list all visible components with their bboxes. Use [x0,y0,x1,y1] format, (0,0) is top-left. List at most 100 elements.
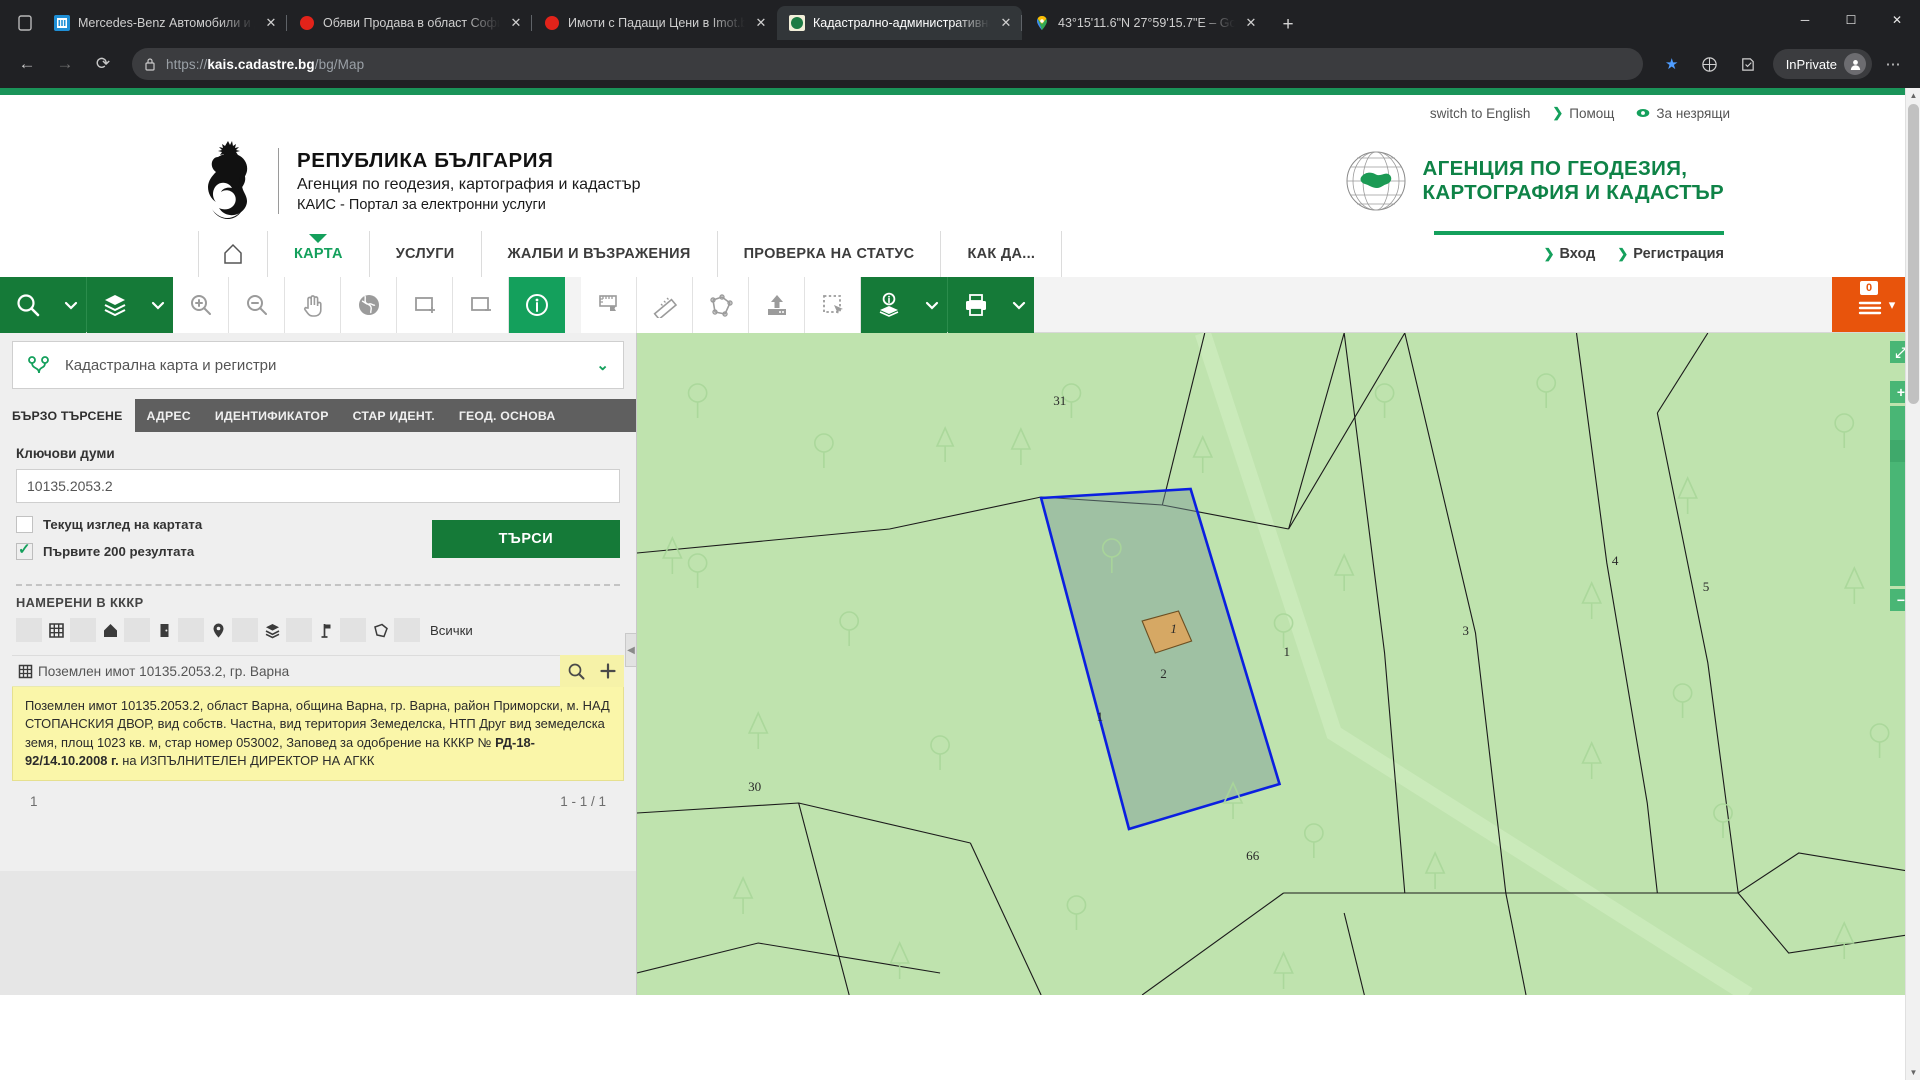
tab-label: ИДЕНТИФИКАТОР [214,408,329,423]
tab-old-identifier[interactable]: СТАР ИДЕНТ. [341,399,447,432]
browser-tab-2[interactable]: Обяви Продава в област Софи ✕ [286,6,532,40]
print-tool[interactable] [948,277,1004,333]
tab-search-icon[interactable] [8,6,42,40]
keywords-input[interactable] [16,469,620,503]
tab-geodetic-base[interactable]: ГЕОД. ОСНОВА [447,399,568,432]
full-extent-tool[interactable] [341,277,397,333]
layers-dropdown-button[interactable] [143,277,173,333]
filter-chip[interactable] [286,618,312,642]
pin-icon[interactable] [204,617,232,643]
collections-icon[interactable] [1693,47,1727,81]
maximize-button[interactable]: ☐ [1828,0,1874,40]
map-canvas[interactable]: 31 4 5 3 1 2 1 30 66 1 ⤢ + − [637,333,1920,995]
favorites-icon[interactable] [1731,47,1765,81]
measure-area-tool[interactable] [693,277,749,333]
register-link[interactable]: ❯ Регистрация [1617,246,1724,262]
close-tab-icon[interactable]: ✕ [998,15,1014,31]
republic-title: РЕПУБЛИКА БЪЛГАРИЯ [297,149,554,172]
url-input[interactable]: https://kais.cadastre.bg/bg/Map [132,48,1643,80]
scroll-down-arrow-icon[interactable]: ▼ [1906,1065,1920,1080]
zoom-box-out-tool[interactable] [453,277,509,333]
door-icon[interactable] [150,617,178,643]
filter-chip[interactable] [16,618,42,642]
browser-window: Mercedes-Benz Автомобили и Д ✕ Обяви Про… [0,0,1920,1080]
page-scrollbar[interactable]: ▲ ▼ [1905,88,1920,1080]
measure-distance-tool[interactable] [637,277,693,333]
option-first-200[interactable]: Първите 200 резултата [16,540,422,560]
inprivate-badge[interactable]: InPrivate [1772,49,1872,79]
filter-chip[interactable] [178,618,204,642]
nav-item-complaints[interactable]: ЖАЛБИ И ВЪЗРАЖЕНИЯ [481,231,718,277]
house-icon[interactable] [96,617,124,643]
filter-chip[interactable] [394,618,420,642]
browser-tab-5[interactable]: 43°15'11.6"N 27°59'15.7"E – Goo ✕ [1021,6,1267,40]
forward-button[interactable]: → [48,47,82,81]
filter-chip[interactable] [70,618,96,642]
layer-select[interactable]: Кадастрална карта и регистри ⌄ [12,341,624,389]
parcel-grid-icon[interactable] [42,617,70,643]
nav-home[interactable] [198,231,268,277]
close-tab-icon[interactable]: ✕ [1243,15,1259,31]
filter-chip[interactable] [124,618,150,642]
close-tab-icon[interactable]: ✕ [263,15,279,31]
browser-tab-4-active[interactable]: Кадастрално-административна ✕ [777,6,1022,40]
browser-tab-1[interactable]: Mercedes-Benz Автомобили и Д ✕ [42,6,287,40]
add-to-basket-icon[interactable] [592,655,624,687]
accessibility-link[interactable]: За незрящи [1636,106,1730,121]
layers-icon[interactable] [258,617,286,643]
help-link[interactable]: ❯ Помощ [1552,105,1614,121]
checkbox[interactable] [16,540,33,560]
option-current-view[interactable]: Текущ изглед на картата [16,516,422,533]
filter-all-label[interactable]: Всички [430,623,473,638]
scroll-up-arrow-icon[interactable]: ▲ [1906,88,1920,103]
search-tool[interactable] [0,277,56,333]
browser-tab-3[interactable]: Имоти с Падащи Цени в Imot.b ✕ [531,6,777,40]
close-tab-icon[interactable]: ✕ [753,15,769,31]
tab-address[interactable]: АДРЕС [135,399,203,432]
close-tab-icon[interactable]: ✕ [508,15,524,31]
nav-label: УСЛУГИ [395,246,455,262]
favorite-star-icon[interactable]: ★ [1655,47,1689,81]
select-by-rect-tool[interactable] [805,277,861,333]
sidebar-collapse-handle[interactable]: ◀ [625,633,637,667]
reload-button[interactable]: ⟳ [86,47,120,81]
checkbox[interactable] [16,516,33,533]
filter-chip[interactable] [340,618,366,642]
minimize-button[interactable]: ─ [1782,0,1828,40]
filter-chip[interactable] [232,618,258,642]
pager-page-number[interactable]: 1 [30,794,38,809]
settings-more-icon[interactable]: ⋯ [1876,47,1910,81]
back-button[interactable]: ← [10,47,44,81]
nav-item-services[interactable]: УСЛУГИ [369,231,482,277]
zoom-in-tool[interactable] [173,277,229,333]
upload-tool[interactable] [749,277,805,333]
zoom-box-in-tool[interactable] [397,277,453,333]
polygon-icon[interactable] [366,617,394,643]
switch-language-link[interactable]: switch to English [1430,106,1531,121]
nav-item-status-check[interactable]: ПРОВЕРКА НА СТАТУС [717,231,942,277]
new-tab-button[interactable]: + [1273,10,1303,40]
scrollbar-thumb[interactable] [1908,104,1919,404]
layers-tool[interactable] [87,277,143,333]
search-button[interactable]: ТЪРСИ [432,520,620,558]
tab-identifier[interactable]: ИДЕНТИФИКАТОР [203,399,341,432]
accessibility-label: За незрящи [1656,105,1730,121]
close-window-button[interactable]: ✕ [1874,0,1920,40]
layer-info-tool[interactable] [861,277,917,333]
flag-icon[interactable] [312,617,340,643]
zoom-out-tool[interactable] [229,277,285,333]
search-dropdown-button[interactable] [56,277,86,333]
pan-tool[interactable] [285,277,341,333]
layer-info-dropdown-button[interactable] [917,277,947,333]
login-link[interactable]: ❯ Вход [1544,246,1596,262]
coordinates-tool[interactable] [581,277,637,333]
map-vector-layer: 31 4 5 3 1 2 1 30 66 1 [637,333,1920,995]
nav-item-how-to[interactable]: КАК ДА... [941,231,1063,277]
nav-item-map[interactable]: КАРТА [268,231,370,277]
print-dropdown-button[interactable] [1004,277,1034,333]
tab-quick-search[interactable]: БЪРЗО ТЪРСЕНЕ [0,399,135,432]
zoom-to-result-icon[interactable] [560,655,592,687]
url-text: https://kais.cadastre.bg/bg/Map [166,57,364,72]
result-item-header[interactable]: Поземлен имот 10135.2053.2, гр. Варна [12,655,624,687]
identify-tool[interactable] [509,277,565,333]
